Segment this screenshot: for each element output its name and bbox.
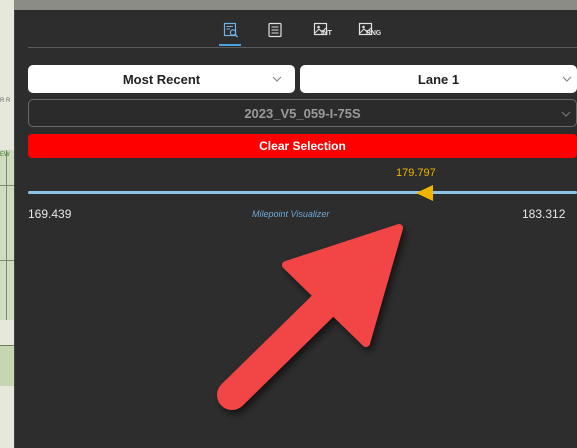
tab-list[interactable] xyxy=(263,18,287,42)
map-zone xyxy=(0,345,14,386)
milepoint-slider-thumb[interactable] xyxy=(416,185,434,201)
map-label: EW xyxy=(0,152,10,158)
sort-dropdown[interactable]: Most Recent xyxy=(28,65,295,93)
map-label: R R xyxy=(0,98,11,104)
clear-selection-button[interactable]: Clear Selection xyxy=(28,134,577,158)
milepoint-min-label: 169.439 xyxy=(28,207,72,221)
search-layer-icon xyxy=(223,22,238,38)
tab-rng-label: RNG xyxy=(366,30,381,37)
chevron-down-icon xyxy=(562,76,572,82)
milepoint-panel: INT RNG Most Recent Lane 1 2023_V5_059-I… xyxy=(14,10,577,448)
run-dropdown-value: 2023_V5_059-I-75S xyxy=(244,105,361,121)
chevron-down-icon xyxy=(272,76,282,82)
tab-int[interactable]: INT xyxy=(309,18,333,42)
map-background: R R EW xyxy=(0,0,14,448)
milepoint-visualizer-caption: Milepoint Visualizer xyxy=(252,209,330,219)
tab-int-label: INT xyxy=(321,30,332,37)
milepoint-current-value: 179.797 xyxy=(396,167,436,179)
map-road xyxy=(0,185,14,186)
tab-search[interactable] xyxy=(219,18,243,46)
tab-divider xyxy=(28,47,577,48)
map-zone xyxy=(0,150,14,320)
sort-dropdown-value: Most Recent xyxy=(122,71,201,87)
run-dropdown[interactable]: 2023_V5_059-I-75S xyxy=(28,99,577,127)
milepoint-slider-track[interactable] xyxy=(28,191,577,194)
milepoint-max-label: 183.312 xyxy=(522,207,566,221)
tab-rng[interactable]: RNG xyxy=(354,18,381,42)
chevron-down-icon xyxy=(561,111,571,117)
tab-bar: INT RNG xyxy=(14,10,577,48)
list-icon xyxy=(268,22,282,38)
lane-dropdown-value: Lane 1 xyxy=(417,71,460,87)
lane-dropdown[interactable]: Lane 1 xyxy=(300,65,577,93)
map-top-strip xyxy=(14,0,577,10)
map-road xyxy=(0,260,14,261)
map-road xyxy=(6,150,7,320)
panel-edge xyxy=(14,10,15,448)
